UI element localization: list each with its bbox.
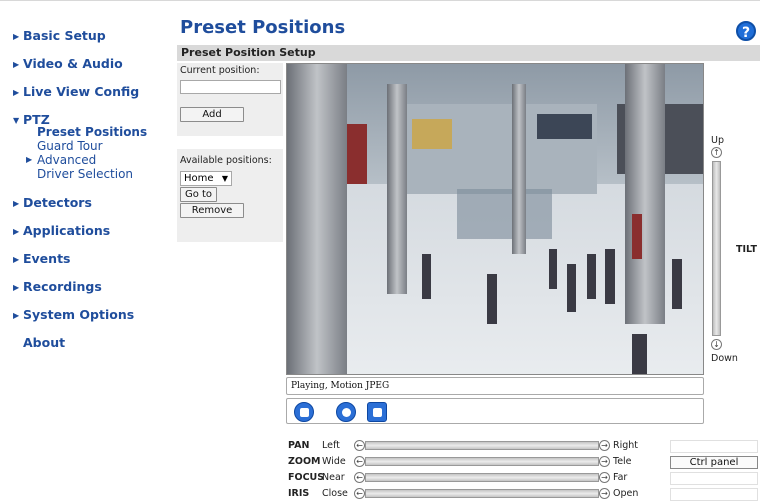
nav-label: System Options (23, 307, 135, 322)
slider-right-label: Far (613, 472, 628, 483)
nav-recordings[interactable]: ▶ Recordings (13, 279, 102, 294)
sidebar-item-advanced[interactable]: ▶ Advanced (26, 153, 97, 167)
current-position-label: Current position: (180, 65, 260, 76)
arrow-left-icon[interactable]: ← (354, 488, 365, 499)
slider-left-label: Close (322, 488, 348, 499)
slider-left-label: Wide (322, 456, 346, 467)
video-controls (286, 398, 704, 424)
chevron-right-icon: ▶ (13, 283, 20, 292)
focus-slider[interactable] (365, 473, 599, 482)
add-button[interactable]: Add (180, 107, 244, 122)
nav-label: Applications (23, 223, 111, 238)
arrow-down-icon[interactable]: ↓ (711, 339, 722, 350)
stop-button[interactable] (294, 402, 314, 422)
nav-label: About (23, 335, 66, 350)
camera-image (287, 64, 703, 374)
slider-right-label: Open (613, 488, 639, 499)
slider-name: ZOOM (288, 456, 321, 467)
nav-label: Detectors (23, 195, 92, 210)
nav-video-audio[interactable]: ▶ Video & Audio (13, 56, 123, 71)
nav-applications[interactable]: ▶ Applications (13, 223, 110, 238)
page-title: Preset Positions (180, 17, 346, 38)
stop-icon (300, 408, 309, 417)
fullscreen-icon (373, 408, 382, 417)
help-icon[interactable]: ? (736, 21, 756, 41)
nav-label: Video & Audio (23, 56, 123, 71)
chevron-right-icon: ▶ (13, 60, 20, 69)
tilt-down-label: Down (711, 353, 738, 364)
pan-slider-row: PAN Left ← → Right (288, 440, 648, 452)
arrow-right-icon[interactable]: → (599, 488, 610, 499)
iris-slider-row: IRIS Close ← → Open (288, 488, 648, 500)
nav-label: Events (23, 251, 71, 266)
arrow-left-icon[interactable]: ← (354, 456, 365, 467)
slider-left-label: Left (322, 440, 340, 451)
nav-basic-setup[interactable]: ▶ Basic Setup (13, 28, 106, 43)
iris-slider[interactable] (365, 489, 599, 498)
pan-slider[interactable] (365, 441, 599, 450)
nav-events[interactable]: ▶ Events (13, 251, 70, 266)
nav-label: Recordings (23, 279, 102, 294)
chevron-right-icon: ▶ (13, 88, 20, 97)
slider-right-label: Tele (613, 456, 632, 467)
slider-right-label: Right (613, 440, 639, 451)
section-header: Preset Position Setup (177, 45, 760, 61)
nav-live-view-config[interactable]: ▶ Live View Config (13, 84, 139, 99)
remove-button[interactable]: Remove (180, 203, 244, 218)
slider-name: FOCUS (288, 472, 325, 483)
arrow-right-icon[interactable]: → (599, 472, 610, 483)
video-status-bar: Playing, Motion JPEG (286, 377, 704, 395)
chevron-right-icon: ▶ (13, 311, 20, 320)
nav-detectors[interactable]: ▶ Detectors (13, 195, 92, 210)
arrow-left-icon[interactable]: ← (354, 472, 365, 483)
chevron-right-icon: ▶ (13, 32, 20, 41)
tilt-label: TILT (736, 244, 757, 255)
empty-slot (670, 488, 758, 501)
current-position-input[interactable] (180, 80, 281, 94)
chevron-right-icon: ▶ (13, 199, 20, 208)
arrow-left-icon[interactable]: ← (354, 440, 365, 451)
tilt-up-label: Up (711, 135, 724, 146)
sidebar-item-preset-positions[interactable]: Preset Positions (37, 125, 147, 139)
arrow-right-icon[interactable]: → (599, 440, 610, 451)
snapshot-button[interactable] (336, 402, 356, 422)
available-positions-label: Available positions: (180, 155, 272, 166)
position-select[interactable]: Home ▼ (180, 171, 232, 186)
sidebar-nav: ▶ Basic Setup ▶ Video & Audio ▶ Live View C… (0, 1, 172, 503)
tilt-slider[interactable] (712, 161, 721, 336)
chevron-right-icon: ▶ (13, 255, 20, 264)
nav-label: Advanced (37, 153, 97, 167)
nav-system-options[interactable]: ▶ System Options (13, 307, 134, 322)
ctrl-panel-button[interactable]: Ctrl panel (670, 456, 758, 469)
arrow-up-icon[interactable]: ↑ (711, 147, 722, 158)
page-frame: ▶ Basic Setup ▶ Video & Audio ▶ Live View C… (0, 0, 760, 502)
sidebar-item-guard-tour[interactable]: Guard Tour (37, 139, 103, 153)
dropdown-arrow-icon: ▼ (221, 174, 228, 183)
arrow-right-icon[interactable]: → (599, 456, 610, 467)
empty-slot (670, 472, 758, 485)
chevron-right-icon: ▶ (26, 155, 33, 164)
empty-slot (670, 440, 758, 453)
slider-name: IRIS (288, 488, 310, 499)
slider-left-label: Near (322, 472, 345, 483)
camera-icon (342, 408, 351, 417)
nav-label: Basic Setup (23, 28, 106, 43)
sidebar-item-driver-selection[interactable]: Driver Selection (37, 167, 133, 181)
nav-about[interactable]: About (13, 335, 65, 350)
zoom-slider-row: ZOOM Wide ← → Tele (288, 456, 648, 468)
nav-label: Live View Config (23, 84, 140, 99)
slider-name: PAN (288, 440, 310, 451)
chevron-right-icon: ▶ (13, 227, 20, 236)
zoom-slider[interactable] (365, 457, 599, 466)
goto-button[interactable]: Go to (180, 187, 217, 202)
chevron-down-icon: ▼ (13, 116, 20, 125)
focus-slider-row: FOCUS Near ← → Far (288, 472, 648, 484)
live-video[interactable] (286, 63, 704, 375)
fullscreen-button[interactable] (367, 402, 387, 422)
select-value: Home (184, 173, 214, 184)
